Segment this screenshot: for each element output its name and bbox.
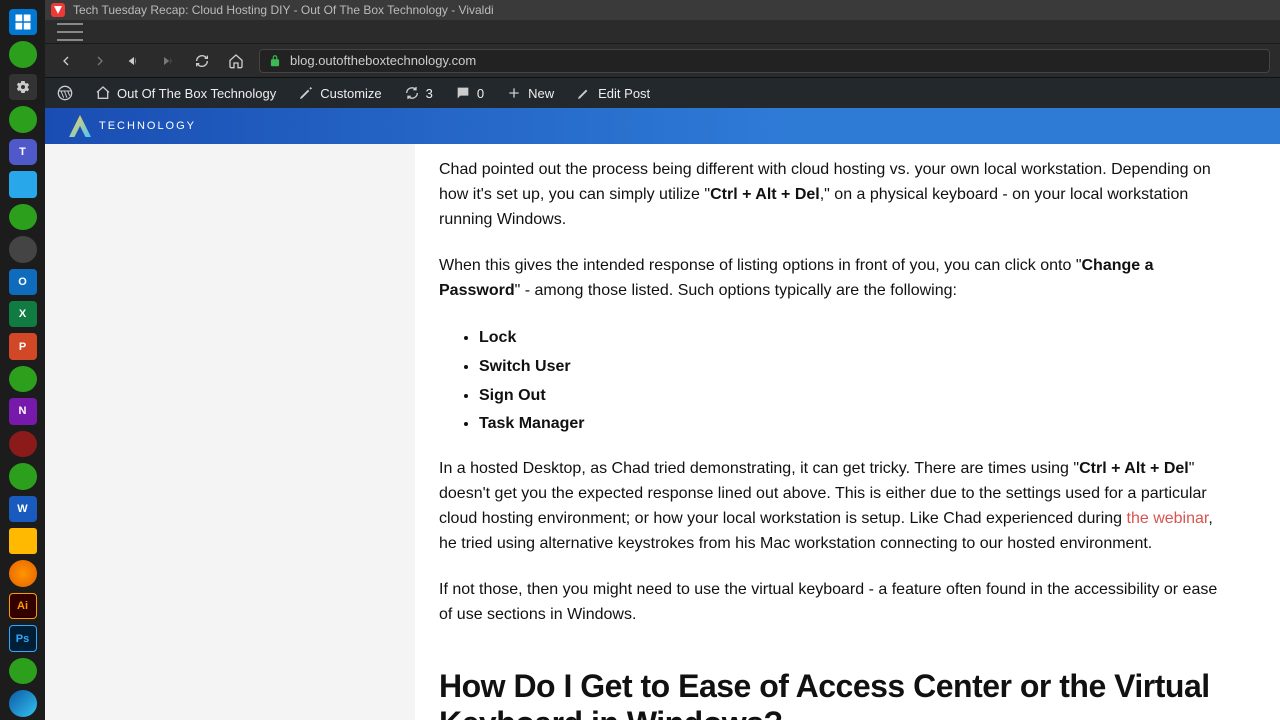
taskbar-app-word[interactable]: W xyxy=(9,496,37,522)
article-body: Chad pointed out the process being diffe… xyxy=(415,144,1280,720)
forward-button[interactable] xyxy=(89,50,111,72)
sidebar-gutter xyxy=(45,144,415,720)
taskbar-app-excel[interactable]: X xyxy=(9,301,37,327)
taskbar-app-quickbooks-6[interactable] xyxy=(9,658,37,684)
paragraph-3: In a hosted Desktop, as Chad tried demon… xyxy=(439,457,1232,556)
taskbar-app-photoshop[interactable]: Ps xyxy=(9,625,37,652)
taskbar-app-teams[interactable]: T xyxy=(9,139,37,165)
tab-title: Tech Tuesday Recap: Cloud Hosting DIY - … xyxy=(73,3,494,17)
address-url: blog.outoftheboxtechnology.com xyxy=(290,53,476,68)
heading-ease-of-access: How Do I Get to Ease of Access Center or… xyxy=(439,668,1232,720)
list-item: Task Manager xyxy=(479,412,1232,437)
taskbar-app-settings[interactable] xyxy=(9,74,37,100)
browser-tab[interactable]: Tech Tuesday Recap: Cloud Hosting DIY - … xyxy=(51,3,494,17)
kbd-ctrl-alt-del-1: Ctrl + Alt + Del xyxy=(710,186,820,203)
address-bar[interactable]: blog.outoftheboxtechnology.com xyxy=(259,49,1270,73)
taskbar-app-quickbooks-2[interactable] xyxy=(9,106,37,132)
lock-icon xyxy=(268,54,282,68)
panel-toggle-button[interactable] xyxy=(57,23,83,41)
taskbar-app-mail[interactable] xyxy=(9,171,37,197)
options-list: Lock Switch User Sign Out Task Manager xyxy=(479,326,1232,437)
rewind-button[interactable] xyxy=(123,50,145,72)
logo-mark-icon xyxy=(69,115,91,137)
wp-site-name: Out Of The Box Technology xyxy=(117,86,276,101)
taskbar-app-illustrator[interactable]: Ai xyxy=(9,593,37,620)
taskbar-app-quickbooks-3[interactable] xyxy=(9,204,37,230)
site-logo[interactable]: TECHNOLOGY xyxy=(69,115,196,137)
page-viewport: TECHNOLOGY Chad pointed out the process … xyxy=(45,108,1280,720)
start-button[interactable] xyxy=(9,9,37,35)
wp-comments[interactable]: 0 xyxy=(455,85,484,101)
taskbar-app-generic-2[interactable] xyxy=(9,431,37,457)
taskbar-app-quickbooks-1[interactable] xyxy=(9,41,37,67)
windows-taskbar: T O X P N W Ai Ps xyxy=(0,0,45,720)
wp-updates[interactable]: 3 xyxy=(404,85,433,101)
fast-forward-button[interactable] xyxy=(157,50,179,72)
back-button[interactable] xyxy=(55,50,77,72)
browser-tabbar: Tech Tuesday Recap: Cloud Hosting DIY - … xyxy=(45,0,1280,20)
taskbar-app-onenote[interactable]: N xyxy=(9,398,37,424)
taskbar-app-generic-1[interactable] xyxy=(9,236,37,262)
taskbar-app-explorer[interactable] xyxy=(9,528,37,554)
list-item: Lock xyxy=(479,326,1232,351)
taskbar-app-edge[interactable] xyxy=(9,690,37,716)
wp-new-label: New xyxy=(528,86,554,101)
vivaldi-favicon xyxy=(51,3,65,17)
browser-toolbar: blog.outoftheboxtechnology.com xyxy=(45,44,1280,78)
wp-admin-bar: Out Of The Box Technology Customize 3 0 … xyxy=(45,78,1280,108)
reload-button[interactable] xyxy=(191,50,213,72)
wp-new[interactable]: New xyxy=(506,85,554,101)
wp-edit-label: Edit Post xyxy=(598,86,650,101)
wp-comments-count: 0 xyxy=(477,86,484,101)
taskbar-app-outlook[interactable]: O xyxy=(9,269,37,295)
paragraph-1: Chad pointed out the process being diffe… xyxy=(439,158,1232,232)
wp-updates-count: 3 xyxy=(426,86,433,101)
wp-customize[interactable]: Customize xyxy=(298,85,381,101)
panel-toggle-row xyxy=(45,20,1280,44)
paragraph-4: If not those, then you might need to use… xyxy=(439,578,1232,628)
taskbar-app-powerpoint[interactable]: P xyxy=(9,333,37,359)
taskbar-app-quickbooks-4[interactable] xyxy=(9,366,37,392)
browser-window: Tech Tuesday Recap: Cloud Hosting DIY - … xyxy=(45,0,1280,720)
site-header: TECHNOLOGY xyxy=(45,108,1280,144)
list-item: Switch User xyxy=(479,355,1232,380)
home-button[interactable] xyxy=(225,50,247,72)
site-logo-text: TECHNOLOGY xyxy=(99,120,196,132)
paragraph-2: When this gives the intended response of… xyxy=(439,254,1232,304)
content-wrap: Chad pointed out the process being diffe… xyxy=(45,144,1280,720)
kbd-ctrl-alt-del-2: Ctrl + Alt + Del xyxy=(1079,460,1189,477)
wp-site-link[interactable]: Out Of The Box Technology xyxy=(95,85,276,101)
list-item: Sign Out xyxy=(479,384,1232,409)
taskbar-app-firefox[interactable] xyxy=(9,560,37,586)
webinar-link[interactable]: the webinar xyxy=(1127,510,1209,527)
taskbar-app-quickbooks-5[interactable] xyxy=(9,463,37,489)
wp-customize-label: Customize xyxy=(320,86,381,101)
wp-edit-post[interactable]: Edit Post xyxy=(576,85,650,101)
wp-logo[interactable] xyxy=(57,85,73,101)
